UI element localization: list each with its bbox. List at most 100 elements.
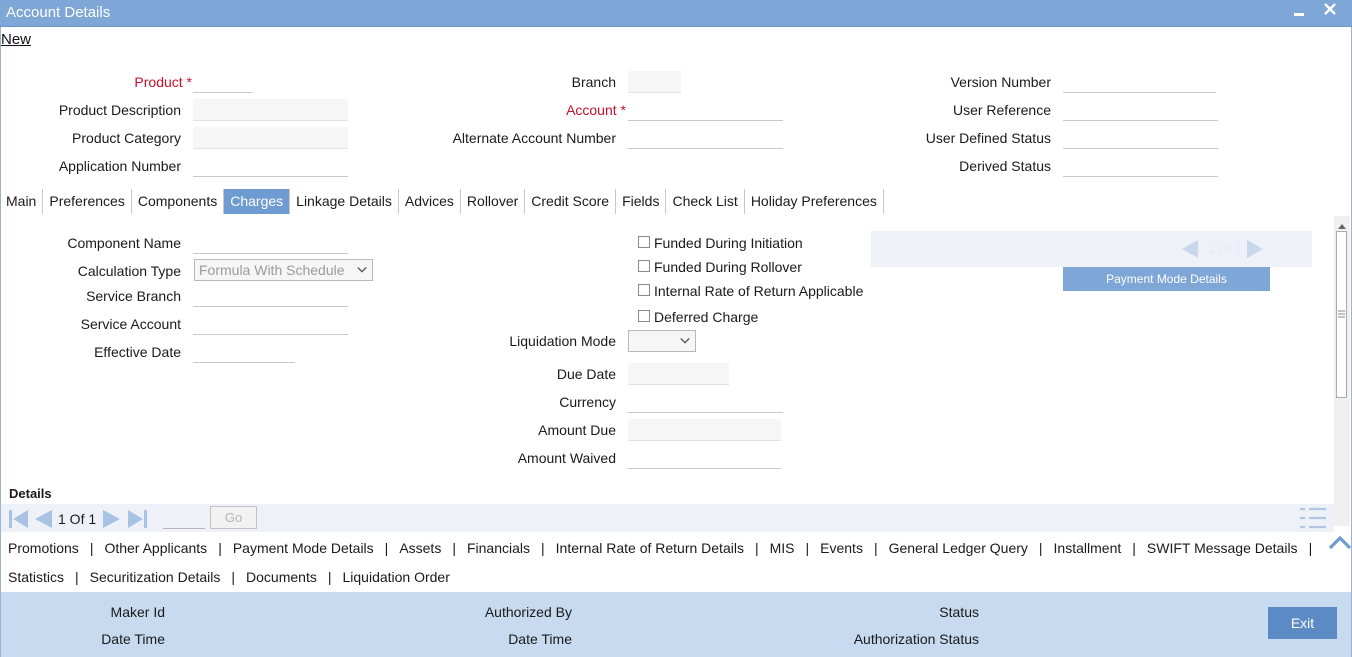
separator: |	[1038, 540, 1043, 556]
deferred-charge-checkbox[interactable]	[638, 310, 650, 322]
details-title: Details	[9, 486, 52, 501]
previous-page-icon[interactable]	[32, 509, 54, 529]
calculation-type-value: Formula With Schedule	[199, 262, 345, 278]
product-label: Product *	[134, 74, 192, 90]
tab-credit-score[interactable]: Credit Score	[525, 189, 617, 214]
swift-message-details-link[interactable]: SWIFT Message Details	[1147, 540, 1298, 556]
general-ledger-query-link[interactable]: General Ledger Query	[889, 540, 1028, 556]
documents-link[interactable]: Documents	[246, 569, 317, 585]
tab-preferences[interactable]: Preferences	[43, 189, 132, 214]
close-icon[interactable]	[1322, 0, 1342, 22]
tab-charges[interactable]: Charges	[224, 189, 291, 214]
tab-rollover[interactable]: Rollover	[461, 189, 526, 214]
scroll-up-icon[interactable]	[1338, 218, 1346, 229]
tab-linkage-details[interactable]: Linkage Details	[290, 189, 399, 214]
version-number-label: Version Number	[950, 74, 1051, 90]
last-page-icon[interactable]	[126, 509, 148, 529]
branch-label: Branch	[571, 74, 616, 90]
statistics-link[interactable]: Statistics	[8, 569, 64, 585]
account-label-text: Account	[566, 102, 617, 118]
component-name-field[interactable]	[193, 232, 348, 254]
financials-link[interactable]: Financials	[467, 540, 530, 556]
other-applicants-link[interactable]: Other Applicants	[104, 540, 207, 556]
funded-during-initiation-label: Funded During Initiation	[654, 235, 803, 251]
details-page-text: 1 Of 1	[58, 511, 97, 527]
go-button[interactable]: Go	[210, 506, 257, 529]
separator: |	[231, 569, 236, 585]
liquidation-mode-select[interactable]	[628, 330, 696, 352]
product-category-field	[193, 127, 348, 149]
separator: |	[1132, 540, 1136, 556]
separator: |	[75, 569, 79, 585]
irr-details-link[interactable]: Internal Rate of Return Details	[556, 540, 744, 556]
new-link[interactable]: New	[1, 31, 31, 48]
due-date-label: Due Date	[556, 366, 616, 382]
payment-mode-details-button[interactable]: Payment Mode Details	[1063, 267, 1270, 291]
minimize-icon[interactable]	[1292, 2, 1310, 22]
payment-mode-details-link[interactable]: Payment Mode Details	[233, 540, 374, 556]
promotions-link[interactable]: Promotions	[8, 540, 79, 556]
maker-id-label: Maker Id	[110, 604, 165, 620]
next-icon[interactable]	[1245, 239, 1265, 259]
product-label-text: Product	[134, 74, 183, 90]
deferred-charge-label: Deferred Charge	[654, 309, 759, 325]
list-view-icon[interactable]	[1299, 507, 1327, 529]
previous-icon[interactable]	[1180, 239, 1200, 259]
user-defined-status-field[interactable]	[1063, 127, 1218, 149]
authorized-by-label: Authorized By	[484, 604, 572, 620]
checker-date-time-label: Date Time	[508, 631, 572, 647]
separator: |	[89, 540, 94, 556]
derived-status-field	[1063, 155, 1218, 177]
vertical-scrollbar[interactable]	[1334, 216, 1350, 526]
chevron-down-icon	[680, 338, 690, 344]
securitization-details-link[interactable]: Securitization Details	[90, 569, 221, 585]
window-titlebar: Account Details	[0, 0, 1352, 27]
mis-link[interactable]: MIS	[770, 540, 795, 556]
irr-applicable-checkbox[interactable]	[638, 284, 650, 296]
effective-date-field[interactable]	[193, 341, 295, 363]
derived-status-label: Derived Status	[959, 158, 1051, 174]
separator: |	[327, 569, 332, 585]
user-reference-label: User Reference	[952, 102, 1051, 118]
required-mark: *	[620, 102, 626, 118]
page-number-input[interactable]	[163, 507, 205, 529]
tab-holiday-preferences[interactable]: Holiday Preferences	[745, 189, 884, 214]
sublinks-row-2: Statistics | Securitization Details | Docu…	[8, 569, 450, 585]
exit-button[interactable]: Exit	[1268, 607, 1337, 639]
calculation-type-label: Calculation Type	[77, 263, 181, 279]
liquidation-order-link[interactable]: Liquidation Order	[342, 569, 449, 585]
tab-main[interactable]: Main	[0, 189, 44, 214]
component-name-label: Component Name	[67, 235, 181, 251]
user-reference-field[interactable]	[1063, 99, 1218, 121]
events-link[interactable]: Events	[820, 540, 863, 556]
assets-link[interactable]: Assets	[399, 540, 441, 556]
due-date-field	[628, 363, 729, 385]
tab-check-list[interactable]: Check List	[666, 189, 745, 214]
service-account-field[interactable]	[193, 313, 348, 335]
calculation-type-select[interactable]: Formula With Schedule	[194, 259, 373, 281]
application-number-label: Application Number	[58, 158, 181, 174]
installment-link[interactable]: Installment	[1054, 540, 1122, 556]
separator: |	[541, 540, 545, 556]
amount-due-label: Amount Due	[538, 422, 616, 438]
scrollbar-thumb[interactable]	[1336, 231, 1347, 398]
funded-during-rollover-checkbox[interactable]	[638, 260, 650, 272]
application-number-field[interactable]	[193, 155, 348, 177]
separator: |	[754, 540, 759, 556]
alternate-account-field[interactable]	[628, 127, 783, 149]
next-page-icon[interactable]	[101, 509, 123, 529]
amount-waived-field[interactable]	[628, 447, 781, 469]
tab-advices[interactable]: Advices	[399, 189, 461, 214]
first-page-icon[interactable]	[8, 509, 30, 529]
collapse-up-icon[interactable]	[1328, 534, 1352, 550]
service-branch-field[interactable]	[193, 285, 348, 307]
required-mark: *	[186, 74, 192, 90]
tab-fields[interactable]: Fields	[616, 189, 667, 214]
product-description-field	[193, 99, 348, 121]
tab-components[interactable]: Components	[132, 189, 225, 214]
product-field[interactable]	[193, 71, 252, 93]
account-field[interactable]	[628, 99, 783, 121]
effective-date-label: Effective Date	[94, 344, 181, 360]
funded-during-initiation-checkbox[interactable]	[638, 236, 650, 248]
currency-field[interactable]	[628, 391, 783, 413]
